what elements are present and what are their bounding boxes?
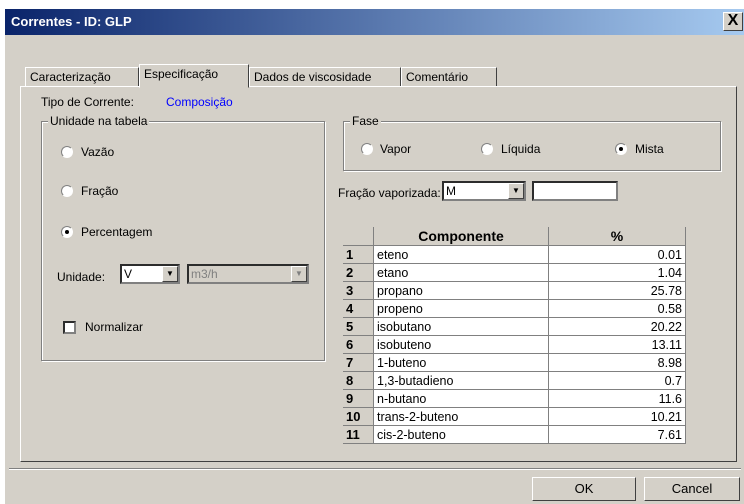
table-corner xyxy=(343,227,374,246)
column-header-percent[interactable]: % xyxy=(548,227,686,246)
component-cell[interactable]: trans-2-buteno xyxy=(373,407,549,426)
fracao-vaporizada-label: Fração vaporizada: xyxy=(338,186,441,200)
component-cell[interactable]: n-butano xyxy=(373,389,549,408)
chevron-down-icon[interactable]: ▼ xyxy=(162,266,178,282)
tipo-corrente-label: Tipo de Corrente: xyxy=(41,95,134,109)
row-index[interactable]: 10 xyxy=(343,407,374,426)
vazao-label[interactable]: Vazão xyxy=(81,145,114,159)
component-cell[interactable]: propano xyxy=(373,281,549,300)
component-cell[interactable]: propeno xyxy=(373,299,549,318)
table-row[interactable]: 4 propeno 0.58 xyxy=(343,299,686,318)
percent-cell[interactable]: 1.04 xyxy=(548,263,686,282)
table-row[interactable]: 3 propano 25.78 xyxy=(343,281,686,300)
row-index[interactable]: 11 xyxy=(343,425,374,444)
percentagem-label[interactable]: Percentagem xyxy=(81,225,152,239)
component-cell[interactable]: isobuteno xyxy=(373,335,549,354)
unidade-combo-value: V xyxy=(124,267,133,281)
normalizar-checkbox[interactable] xyxy=(63,321,76,334)
fracao-vaporizada-combo[interactable]: M ▼ xyxy=(442,181,526,201)
liquida-label[interactable]: Líquida xyxy=(501,142,540,156)
percent-cell[interactable]: 0.58 xyxy=(548,299,686,318)
table-row[interactable]: 2 etano 1.04 xyxy=(343,263,686,282)
unidade-label: Unidade: xyxy=(57,270,106,284)
unit-combo-value: m3/h xyxy=(191,267,218,281)
fracao-radio[interactable] xyxy=(61,185,73,197)
table-row[interactable]: 6 isobuteno 13.11 xyxy=(343,335,686,354)
dialog-window: Correntes - ID: GLP X Caracterização Esp… xyxy=(4,8,744,504)
row-index[interactable]: 2 xyxy=(343,263,374,282)
percent-cell[interactable]: 7.61 xyxy=(548,425,686,444)
button-separator xyxy=(9,468,741,470)
row-index[interactable]: 5 xyxy=(343,317,374,336)
fracao-label[interactable]: Fração xyxy=(81,184,118,198)
table-row[interactable]: 9 n-butano 11.6 xyxy=(343,389,686,408)
composition-table: Componente % 1 eteno 0.01 2 etano 1.04 3 prop… xyxy=(343,227,719,453)
percent-cell[interactable]: 20.22 xyxy=(548,317,686,336)
percent-cell[interactable]: 11.6 xyxy=(548,389,686,408)
table-row[interactable]: 11 cis-2-buteno 7.61 xyxy=(343,425,686,444)
table-row[interactable]: 8 1,3-butadieno 0.7 xyxy=(343,371,686,390)
percent-cell[interactable]: 0.01 xyxy=(548,245,686,264)
row-index[interactable]: 6 xyxy=(343,335,374,354)
vapor-label[interactable]: Vapor xyxy=(380,142,411,156)
tab-comentario[interactable]: Comentário xyxy=(401,67,497,87)
mista-radio[interactable] xyxy=(615,143,627,155)
close-button[interactable]: X xyxy=(723,12,743,31)
tipo-corrente-value: Composição xyxy=(166,95,233,109)
percent-cell[interactable]: 10.21 xyxy=(548,407,686,426)
liquida-radio[interactable] xyxy=(481,143,493,155)
table-row[interactable]: 7 1-buteno 8.98 xyxy=(343,353,686,372)
component-cell[interactable]: 1,3-butadieno xyxy=(373,371,549,390)
row-index[interactable]: 1 xyxy=(343,245,374,264)
cancel-button[interactable]: Cancel xyxy=(644,477,740,501)
radio-selected-dot xyxy=(619,147,623,151)
unidade-group-legend: Unidade na tabela xyxy=(48,114,150,128)
fracao-vaporizada-input[interactable] xyxy=(532,181,618,201)
unidade-combo[interactable]: V ▼ xyxy=(120,264,180,284)
percent-cell[interactable]: 25.78 xyxy=(548,281,686,300)
table-row[interactable]: 10 trans-2-buteno 10.21 xyxy=(343,407,686,426)
ok-button[interactable]: OK xyxy=(532,477,636,501)
table-row[interactable]: 1 eteno 0.01 xyxy=(343,245,686,264)
row-index[interactable]: 8 xyxy=(343,371,374,390)
tab-dados-viscosidade[interactable]: Dados de viscosidade xyxy=(249,67,401,87)
normalizar-label[interactable]: Normalizar xyxy=(85,320,143,334)
vazao-radio[interactable] xyxy=(61,146,73,158)
window-title: Correntes - ID: GLP xyxy=(11,14,132,29)
chevron-down-icon: ▼ xyxy=(291,266,307,282)
tab-caracterizacao[interactable]: Caracterização xyxy=(25,67,139,87)
component-cell[interactable]: 1-buteno xyxy=(373,353,549,372)
fase-group-legend: Fase xyxy=(350,114,381,128)
radio-selected-dot xyxy=(65,230,69,234)
percent-cell[interactable]: 8.98 xyxy=(548,353,686,372)
column-header-componente[interactable]: Componente xyxy=(373,227,549,246)
row-index[interactable]: 4 xyxy=(343,299,374,318)
percentagem-radio[interactable] xyxy=(61,226,73,238)
mista-label[interactable]: Mista xyxy=(635,142,664,156)
vapor-radio[interactable] xyxy=(361,143,373,155)
component-cell[interactable]: isobutano xyxy=(373,317,549,336)
title-bar[interactable]: Correntes - ID: GLP X xyxy=(5,9,744,35)
table-row[interactable]: 5 isobutano 20.22 xyxy=(343,317,686,336)
row-index[interactable]: 7 xyxy=(343,353,374,372)
chevron-down-icon[interactable]: ▼ xyxy=(508,183,524,199)
percent-cell[interactable]: 0.7 xyxy=(548,371,686,390)
component-cell[interactable]: eteno xyxy=(373,245,549,264)
fracao-combo-value: M xyxy=(446,184,456,198)
tab-especificacao[interactable]: Especificação xyxy=(139,64,249,88)
unit-combo: m3/h ▼ xyxy=(187,264,309,284)
percent-cell[interactable]: 13.11 xyxy=(548,335,686,354)
component-cell[interactable]: cis-2-buteno xyxy=(373,425,549,444)
row-index[interactable]: 3 xyxy=(343,281,374,300)
table-header-row: Componente % xyxy=(343,227,686,246)
row-index[interactable]: 9 xyxy=(343,389,374,408)
component-cell[interactable]: etano xyxy=(373,263,549,282)
